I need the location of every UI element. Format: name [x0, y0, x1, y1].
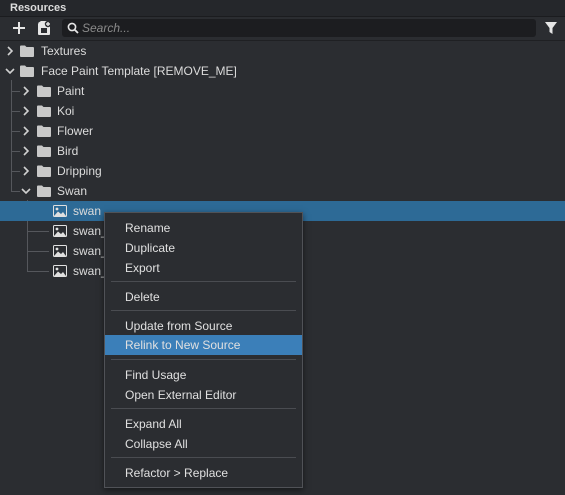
- tree-item-label: swan_: [73, 224, 108, 238]
- chevron-right-icon[interactable]: [21, 146, 31, 156]
- menu-separator: [111, 457, 296, 458]
- folder-icon: [37, 145, 51, 157]
- menu-item-label: Open External Editor: [125, 388, 237, 402]
- menu-item-update-from-source[interactable]: Update from Source: [105, 316, 302, 336]
- menu-separator: [111, 310, 296, 311]
- menu-item-label: Collapse All: [125, 437, 188, 451]
- folder-icon: [37, 85, 51, 97]
- menu-item-relink-to-new-source[interactable]: Relink to New Source: [105, 335, 302, 355]
- folder-icon: [20, 65, 34, 77]
- chevron-right-icon[interactable]: [21, 126, 31, 136]
- tree-item-swan-folder[interactable]: Swan: [0, 181, 565, 201]
- tree-item-paint[interactable]: Paint: [0, 81, 565, 101]
- menu-item-collapse-all[interactable]: Collapse All: [105, 434, 302, 454]
- image-icon: [53, 245, 67, 257]
- menu-item-expand-all[interactable]: Expand All: [105, 414, 302, 434]
- image-icon: [53, 205, 67, 217]
- import-icon[interactable]: [33, 17, 55, 39]
- tree-item-label: Textures: [41, 44, 87, 58]
- menu-item-label: Delete: [125, 290, 160, 304]
- folder-icon: [37, 105, 51, 117]
- menu-item-label: Export: [125, 261, 160, 275]
- tree-item-label: Swan: [57, 184, 88, 198]
- chevron-down-icon[interactable]: [5, 66, 15, 76]
- menu-item-duplicate[interactable]: Duplicate: [105, 238, 302, 258]
- tree-item-label: Paint: [57, 84, 85, 98]
- menu-separator: [111, 359, 296, 360]
- tree-item-label: Koi: [57, 104, 75, 118]
- menu-item-label: Update from Source: [125, 319, 233, 333]
- panel-title: Resources: [10, 2, 67, 14]
- folder-icon: [37, 185, 51, 197]
- folder-icon: [37, 125, 51, 137]
- folder-icon: [20, 45, 34, 57]
- search-input[interactable]: [82, 19, 522, 37]
- menu-item-export[interactable]: Export: [105, 258, 302, 278]
- panel-header: Resources: [0, 0, 565, 17]
- image-icon: [53, 225, 67, 237]
- tree-item-bird[interactable]: Bird: [0, 141, 565, 161]
- menu-item-label: Expand All: [125, 417, 182, 431]
- context-menu: Rename Duplicate Export Delete Update fr…: [104, 212, 303, 488]
- menu-separator: [111, 408, 296, 409]
- tree-item-label: Face Paint Template [REMOVE_ME]: [41, 64, 237, 78]
- tree-item-label: swan: [73, 204, 102, 218]
- add-icon[interactable]: [8, 17, 30, 39]
- menu-item-refactor-replace[interactable]: Refactor > Replace: [105, 463, 302, 483]
- chevron-right-icon[interactable]: [21, 86, 31, 96]
- chevron-right-icon[interactable]: [5, 46, 15, 56]
- tree-item-label: Bird: [57, 144, 79, 158]
- filter-icon[interactable]: [540, 17, 562, 39]
- menu-separator: [111, 281, 296, 282]
- menu-item-label: Relink to New Source: [125, 338, 241, 352]
- menu-item-label: Rename: [125, 221, 171, 235]
- tree-item-koi[interactable]: Koi: [0, 101, 565, 121]
- menu-item-open-external-editor[interactable]: Open External Editor: [105, 385, 302, 405]
- menu-item-label: Duplicate: [125, 241, 176, 255]
- folder-icon: [37, 165, 51, 177]
- menu-item-find-usage[interactable]: Find Usage: [105, 365, 302, 385]
- tree-item-dripping[interactable]: Dripping: [0, 161, 565, 181]
- chevron-down-icon[interactable]: [21, 186, 31, 196]
- tree-item-flower[interactable]: Flower: [0, 121, 565, 141]
- chevron-right-icon[interactable]: [21, 166, 31, 176]
- tree-item-label: Dripping: [57, 164, 102, 178]
- tree-item-label: swan_: [73, 264, 108, 278]
- tree-item-label: Flower: [57, 124, 94, 138]
- image-icon: [53, 265, 67, 277]
- tree-item-face-paint-template[interactable]: Face Paint Template [REMOVE_ME]: [0, 61, 565, 81]
- chevron-right-icon[interactable]: [21, 106, 31, 116]
- menu-item-label: Find Usage: [125, 368, 187, 382]
- search-icon: [67, 22, 79, 34]
- toolbar: [0, 17, 565, 39]
- tree-item-textures[interactable]: Textures: [0, 41, 565, 61]
- menu-item-delete[interactable]: Delete: [105, 287, 302, 307]
- tree-item-label: swan_: [73, 244, 108, 258]
- menu-item-label: Refactor > Replace: [125, 466, 229, 480]
- search-box[interactable]: [62, 19, 536, 37]
- menu-item-rename[interactable]: Rename: [105, 218, 302, 238]
